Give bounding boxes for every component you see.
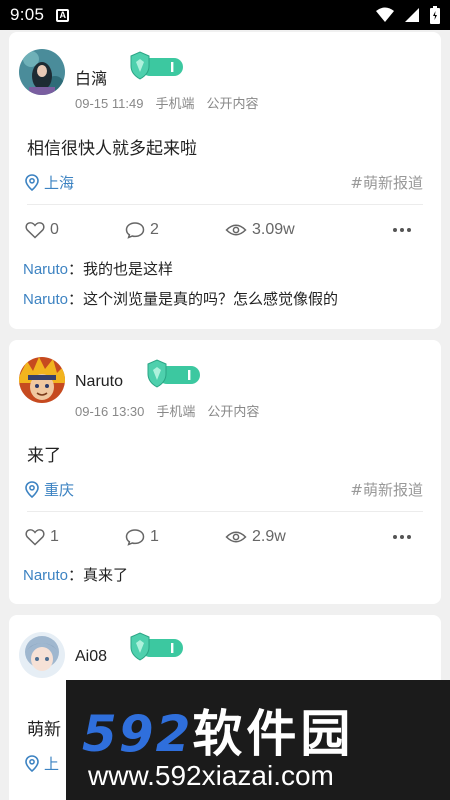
location-link[interactable]: 上海 — [25, 172, 74, 193]
post-meta: 09-15 11:49 手机端 公开内容 — [75, 93, 270, 112]
post-meta: 09-16 13:30 手机端 公开内容 — [75, 401, 271, 420]
location-row: 上海 #萌新报道 — [25, 170, 423, 194]
status-time: 9:05 — [10, 5, 45, 24]
post-visibility: 公开内容 — [206, 96, 259, 111]
post-date: 09-16 13:30 — [75, 404, 145, 419]
avatar[interactable] — [19, 357, 65, 403]
post-device: 手机端 — [156, 404, 196, 419]
comment-button[interactable]: 1 — [125, 528, 225, 546]
heart-icon — [25, 529, 45, 546]
wifi-icon — [376, 7, 394, 22]
notification-icon: A — [56, 8, 70, 22]
watermark-brand: 软件园 — [192, 705, 355, 763]
post-content[interactable]: 来了 — [27, 441, 61, 466]
comment-text: 真来了 — [83, 566, 129, 584]
comment-icon — [125, 529, 145, 546]
like-count: 0 — [50, 221, 59, 238]
post-visibility: 公开内容 — [207, 404, 260, 419]
comment-button[interactable]: 2 — [125, 221, 225, 239]
like-button[interactable]: 0 — [25, 221, 125, 239]
post-content[interactable]: 相信很快人就多起来啦 — [27, 134, 197, 159]
post-card[interactable]: 白漓 09-15 11:49 手机端 公开内容 相信很快人就多起来啦 上海 #萌新报… — [9, 32, 441, 329]
level-badge-icon — [130, 632, 183, 661]
like-button[interactable]: 1 — [25, 528, 125, 546]
post-author[interactable]: Naruto — [75, 373, 123, 391]
more-options-icon[interactable] — [393, 535, 423, 539]
post-card[interactable]: Naruto 09-16 13:30 手机端 公开内容 来了 重庆 #萌新报道 1 … — [9, 340, 441, 604]
watermark-logo: 592软件园 — [82, 694, 354, 766]
comment-item[interactable]: Naruto：真来了 — [23, 564, 128, 585]
post-author[interactable]: Ai08 — [75, 648, 107, 666]
battery-icon — [430, 6, 440, 24]
more-options-icon[interactable] — [393, 228, 423, 232]
post-author[interactable]: 白漓 — [75, 65, 107, 89]
divider — [27, 511, 423, 512]
comment-author[interactable]: Naruto — [23, 567, 68, 584]
location-row: 重庆 #萌新报道 — [25, 477, 423, 501]
location-label: 重庆 — [44, 480, 75, 499]
location-link[interactable]: 上 — [25, 753, 59, 774]
watermark-number: 592 — [82, 705, 193, 763]
comment-count: 1 — [150, 528, 159, 545]
comment-text: 这个浏览量是真的吗？怎么感觉像假的 — [83, 290, 339, 308]
view-count: 3.09w — [252, 221, 295, 238]
watermark-url: www.592xiazai.com — [88, 760, 334, 791]
eye-icon — [225, 531, 247, 543]
comment-count: 2 — [150, 221, 159, 238]
avatar[interactable] — [19, 49, 65, 95]
location-pin-icon — [25, 754, 39, 772]
comment-author[interactable]: Naruto — [23, 291, 68, 308]
post-content[interactable]: 萌新 — [27, 715, 61, 740]
signal-icon — [405, 8, 419, 22]
post-actions: 1 1 2.9w — [25, 524, 423, 550]
avatar[interactable] — [19, 632, 65, 678]
heart-icon — [25, 222, 45, 239]
location-label: 上海 — [44, 173, 75, 192]
like-count: 1 — [50, 528, 59, 545]
comment-author[interactable]: Naruto — [23, 261, 68, 278]
location-pin-icon — [25, 480, 39, 498]
view-stat: 2.9w — [225, 528, 286, 546]
comment-text: 我的也是这样 — [83, 260, 174, 278]
post-actions: 0 2 3.09w — [25, 217, 423, 243]
comment-separator: ： — [68, 290, 84, 308]
watermark-banner: 592软件园 www.592xiazai.com — [66, 680, 450, 800]
view-stat: 3.09w — [225, 221, 295, 239]
location-label: 上 — [44, 754, 60, 773]
eye-icon — [225, 224, 247, 236]
comment-icon — [125, 222, 145, 239]
level-badge-icon — [130, 51, 183, 80]
topic-tag[interactable]: #萌新报道 — [350, 172, 423, 193]
location-link[interactable]: 重庆 — [25, 479, 74, 500]
post-device: 手机端 — [155, 96, 195, 111]
level-badge-icon — [147, 359, 200, 388]
post-date: 09-15 11:49 — [75, 96, 144, 111]
comment-item[interactable]: Naruto：这个浏览量是真的吗？怎么感觉像假的 — [23, 288, 338, 309]
divider — [27, 204, 423, 205]
status-bar: 9:05 A — [0, 0, 450, 30]
location-pin-icon — [25, 173, 39, 191]
comment-separator: ： — [68, 566, 84, 584]
topic-tag[interactable]: #萌新报道 — [350, 479, 423, 500]
comment-separator: ： — [68, 260, 84, 278]
comment-item[interactable]: Naruto：我的也是这样 — [23, 258, 173, 279]
view-count: 2.9w — [252, 528, 286, 545]
